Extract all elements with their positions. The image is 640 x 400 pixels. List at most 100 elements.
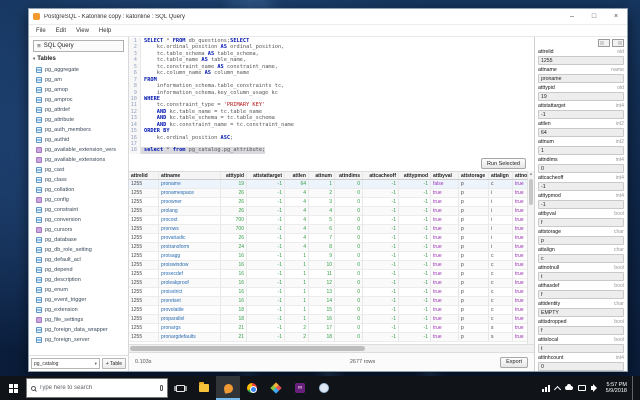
sidebar-table-pg_db_role_setting[interactable]: pg_db_role_setting (29, 245, 128, 255)
taskbar-app-postbird-app[interactable] (216, 376, 240, 400)
table-row[interactable]: 1255 proname 19 -1 64 1 0 -1 -1 false p c true (129, 180, 534, 189)
field-value-input[interactable]: 19 (538, 92, 624, 101)
column-header-atttypmod[interactable]: atttypmod (399, 172, 431, 179)
sidebar-table-pg_cursors[interactable]: pg_cursors (29, 225, 128, 235)
sidebar-table-pg_foreign_server[interactable]: pg_foreign_server (29, 335, 128, 345)
column-header-attalign[interactable]: attalign (489, 172, 513, 179)
horizontal-scroll-thumb[interactable] (130, 346, 365, 351)
export-button[interactable]: Export (500, 356, 528, 368)
sidebar-table-pg_amproc[interactable]: pg_amproc (29, 95, 128, 105)
sidebar-item-sql-query[interactable]: ≡ SQL Query (33, 40, 124, 52)
table-row[interactable]: 1255 prorows 700 -1 4 6 0 -1 -1 true p i true (129, 225, 534, 234)
sidebar-table-pg_aggregate[interactable]: pg_aggregate (29, 65, 128, 75)
taskbar-app-task-view[interactable] (168, 376, 192, 400)
table-row[interactable]: 1255 pronargs 21 -1 2 17 0 -1 -1 true p s true (129, 324, 534, 333)
table-row[interactable]: 1255 proleakproof 16 -1 1 12 0 -1 -1 true p c true (129, 279, 534, 288)
record-prev-button[interactable] (598, 39, 610, 47)
menu-view[interactable]: View (71, 28, 94, 34)
taskbar-app-round-app[interactable] (312, 376, 336, 400)
field-value-input[interactable]: 64 (538, 128, 624, 137)
field-value-input[interactable]: t (538, 272, 624, 281)
table-row[interactable]: 1255 provariadic 26 -1 4 7 0 -1 -1 true p i true (129, 234, 534, 243)
sidebar-table-pg_config[interactable]: pg_config (29, 195, 128, 205)
field-value-input[interactable]: t (538, 344, 624, 353)
sidebar-table-pg_class[interactable]: pg_class (29, 175, 128, 185)
column-header-attrelid[interactable]: attrelid (129, 172, 159, 179)
sidebar-table-pg_foreign_data_wrapper[interactable]: pg_foreign_data_wrapper (29, 325, 128, 335)
sidebar-table-pg_am[interactable]: pg_am (29, 75, 128, 85)
field-value-input[interactable]: -1 (538, 182, 624, 191)
table-row[interactable]: 1255 prosecdef 16 -1 1 11 0 -1 -1 true p c true (129, 270, 534, 279)
sidebar-table-pg_database[interactable]: pg_database (29, 235, 128, 245)
table-row[interactable]: 1255 proisstrict 16 -1 1 13 0 -1 -1 true p c true (129, 288, 534, 297)
sidebar-table-pg_auth_members[interactable]: pg_auth_members (29, 125, 128, 135)
sidebar-table-pg_collation[interactable]: pg_collation (29, 185, 128, 195)
sidebar-table-pg_default_acl[interactable]: pg_default_acl (29, 255, 128, 265)
table-row[interactable]: 1255 provolatile 18 -1 1 15 0 -1 -1 true p c true (129, 306, 534, 315)
sidebar-table-pg_cast[interactable]: pg_cast (29, 165, 128, 175)
menu-help[interactable]: Help (94, 28, 116, 34)
table-row[interactable]: 1255 procost 700 -1 4 5 0 -1 -1 true p i true (129, 216, 534, 225)
vertical-scrollbar[interactable]: ▲ (527, 171, 534, 344)
column-header-attstattarget[interactable]: attstattarget (247, 172, 285, 179)
field-value-input[interactable]: 1 (538, 146, 624, 155)
table-row[interactable]: 1255 pronamespace 26 -1 4 2 0 -1 -1 true p i true (129, 189, 534, 198)
close-button[interactable]: × (605, 9, 627, 25)
taskbar-app-photos-app[interactable] (264, 376, 288, 400)
taskbar-app-visual-studio[interactable]: ∞ (288, 376, 312, 400)
field-value-input[interactable]: f (538, 290, 624, 299)
field-value-input[interactable]: -1 (538, 110, 624, 119)
column-header-attstorage[interactable]: attstorage (459, 172, 489, 179)
sidebar-table-pg_available_extension_vers[interactable]: pg_available_extension_vers (29, 145, 128, 155)
sidebar-table-pg_description[interactable]: pg_description (29, 275, 128, 285)
column-header-attcacheoff[interactable]: attcacheoff (363, 172, 399, 179)
field-value-input[interactable]: 0 (538, 362, 624, 371)
sidebar-table-pg_event_trigger[interactable]: pg_event_trigger (29, 295, 128, 305)
menu-file[interactable]: File (31, 28, 51, 34)
maximize-button[interactable]: □ (583, 9, 605, 25)
table-row[interactable]: 1255 prolang 26 -1 4 4 0 -1 -1 true p i true (129, 207, 534, 216)
sidebar-table-pg_authid[interactable]: pg_authid (29, 135, 128, 145)
schema-select[interactable]: pg_catalog ▾ (31, 358, 100, 369)
show-desktop-button[interactable] (632, 376, 637, 400)
display-icon[interactable] (577, 385, 586, 391)
sidebar-table-pg_amop[interactable]: pg_amop (29, 85, 128, 95)
column-header-attnum[interactable]: attnum (309, 172, 335, 179)
field-value-input[interactable]: 0 (538, 164, 624, 173)
column-header-atttypid[interactable]: atttypid (221, 172, 247, 179)
sidebar-table-pg_depend[interactable]: pg_depend (29, 265, 128, 275)
scroll-up-arrow[interactable]: ▲ (528, 171, 534, 177)
volume-icon[interactable] (590, 384, 598, 392)
table-row[interactable]: 1255 proparallel 18 -1 1 16 0 -1 -1 true p c true (129, 315, 534, 324)
column-header-attndims[interactable]: attndims (335, 172, 363, 179)
table-row[interactable]: 1255 proiswindow 16 -1 1 10 0 -1 -1 true p c true (129, 261, 534, 270)
onedrive-cloud-icon[interactable] (564, 384, 573, 390)
table-row[interactable]: 1255 protransform 24 -1 4 8 0 -1 -1 true p i true (129, 243, 534, 252)
minimize-button[interactable]: – (561, 9, 583, 25)
chevron-up-icon[interactable] (553, 385, 561, 393)
sidebar-table-pg_attribute[interactable]: pg_attribute (29, 115, 128, 125)
title-bar[interactable]: PostgreSQL - Katonline copy : katonline … (29, 9, 627, 25)
table-row[interactable]: 1255 proisagg 16 -1 1 9 0 -1 -1 true p c true (129, 252, 534, 261)
field-value-input[interactable]: f (538, 326, 624, 335)
sql-editor[interactable]: 1 SELECT * FROM db_questions;SELECT 2 kc.o… (129, 37, 534, 156)
field-value-input[interactable]: f (538, 218, 624, 227)
taskbar-clock[interactable]: 5:57 PM 5/9/2018 (603, 382, 627, 395)
taskbar-app-file-explorer[interactable] (192, 376, 216, 400)
start-button[interactable] (0, 376, 26, 400)
column-header-attlen[interactable]: attlen (285, 172, 309, 179)
vertical-scroll-thumb[interactable] (529, 179, 533, 205)
network-icon[interactable] (541, 384, 550, 392)
sidebar-table-pg_conversion[interactable]: pg_conversion (29, 215, 128, 225)
table-row[interactable]: 1255 proowner 26 -1 4 3 0 -1 -1 true p i true (129, 198, 534, 207)
horizontal-scrollbar[interactable] (129, 344, 534, 352)
column-header-attname[interactable]: attname (159, 172, 221, 179)
run-selected-button[interactable]: Run Selected (480, 158, 526, 169)
field-value-input[interactable]: proname (538, 74, 624, 83)
sidebar-table-pg_extension[interactable]: pg_extension (29, 305, 128, 315)
add-table-button[interactable]: + Table (101, 358, 126, 369)
table-row[interactable]: 1255 pronargdefaults 21 -1 2 18 0 -1 -1 true p s tru… (129, 333, 534, 342)
field-value-input[interactable]: c (538, 254, 624, 263)
field-value-input[interactable]: 1255 (538, 56, 624, 65)
field-value-input[interactable]: p (538, 236, 624, 245)
